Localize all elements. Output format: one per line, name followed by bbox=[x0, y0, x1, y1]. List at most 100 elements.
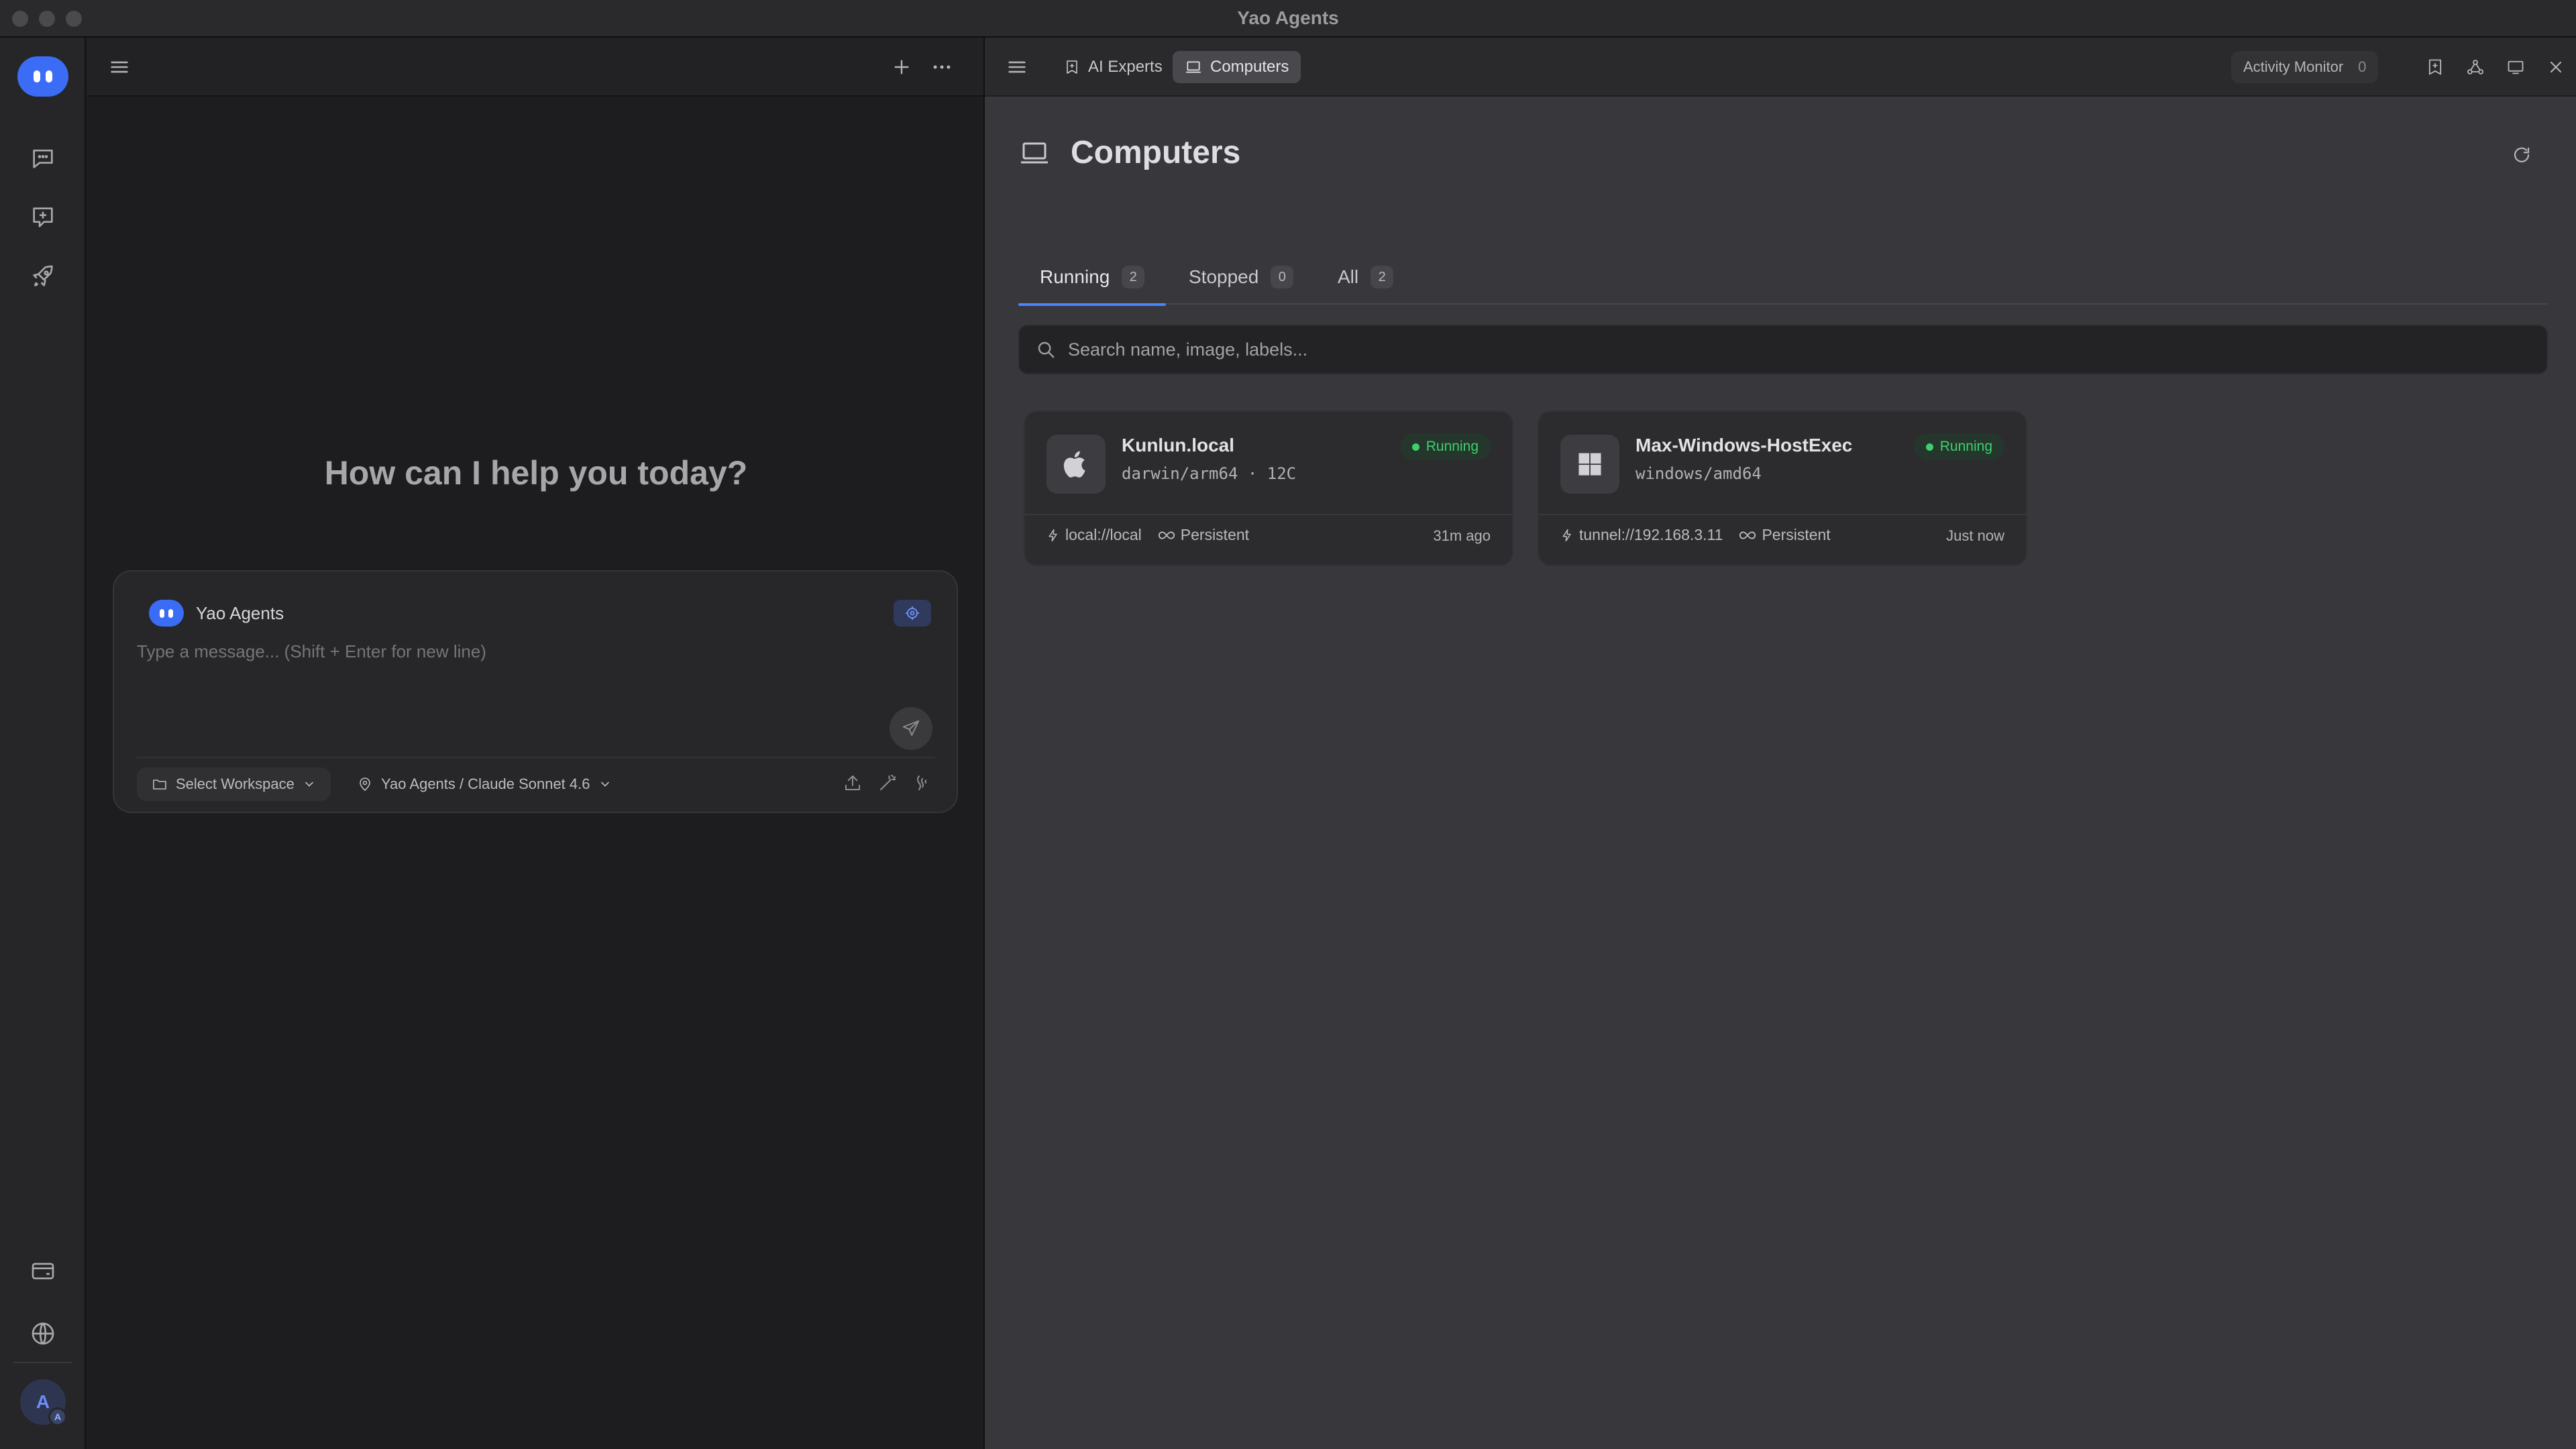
ai-experts-icon bbox=[1067, 60, 1077, 74]
bolt-icon bbox=[1049, 529, 1057, 541]
windows-icon bbox=[1560, 435, 1619, 494]
status-label: Running bbox=[1939, 439, 1992, 454]
tab-label: Stopped bbox=[1189, 266, 1259, 287]
tab-all[interactable]: All 2 bbox=[1316, 250, 1415, 305]
laptop-icon bbox=[1021, 142, 1048, 163]
status-label: Running bbox=[1426, 439, 1479, 454]
message-input[interactable] bbox=[137, 641, 875, 662]
tab-label: AI Experts bbox=[1088, 58, 1163, 76]
updated-time: 31m ago bbox=[1433, 527, 1491, 544]
chevron-down-icon bbox=[600, 782, 609, 787]
menu-icon[interactable] bbox=[998, 48, 1036, 86]
model-label: Yao Agents / Claude Sonnet 4.6 bbox=[381, 775, 590, 792]
computer-arch: darwin/arm64 · 12C bbox=[1122, 464, 1297, 483]
workspace-select[interactable]: Select Workspace bbox=[137, 767, 331, 801]
menu-icon[interactable] bbox=[101, 48, 138, 86]
card-divider bbox=[1025, 514, 1512, 515]
close-window-button[interactable] bbox=[12, 11, 28, 27]
card-footer: tunnel://192.168.3.11 Persistent bbox=[1560, 526, 1840, 544]
model-select[interactable]: Yao Agents / Claude Sonnet 4.6 bbox=[342, 767, 627, 801]
more-icon[interactable] bbox=[923, 48, 961, 86]
window-title: Yao Agents bbox=[1237, 7, 1339, 28]
target-icon[interactable] bbox=[894, 600, 931, 627]
computer-name: Max-Windows-HostExec bbox=[1635, 435, 1853, 455]
plus-icon[interactable] bbox=[883, 48, 920, 86]
computers-pane: AI Experts Computers Activity Monitor 0 bbox=[985, 38, 2576, 1449]
status-badge: Running bbox=[1913, 433, 2004, 460]
folder-icon bbox=[153, 780, 166, 790]
rail-divider bbox=[13, 1362, 72, 1363]
workspace-label: Select Workspace bbox=[176, 775, 294, 792]
endpoint-label: local://local bbox=[1065, 526, 1142, 543]
voice-icon[interactable] bbox=[912, 773, 932, 793]
app-window: Yao Agents A A How can I help you today?… bbox=[0, 0, 2576, 1449]
status-badge: Running bbox=[1399, 433, 1491, 460]
activity-monitor-count: 0 bbox=[2358, 58, 2367, 75]
persistence-label: Persistent bbox=[1180, 526, 1250, 543]
search-icon bbox=[1038, 341, 1055, 358]
search-input[interactable] bbox=[1068, 339, 2530, 360]
window-controls bbox=[12, 11, 82, 27]
avatar-sub-initial: A bbox=[48, 1407, 67, 1426]
minimize-window-button[interactable] bbox=[39, 11, 55, 27]
tab-running[interactable]: Running 2 bbox=[1018, 250, 1167, 306]
chat-icon[interactable] bbox=[23, 138, 63, 178]
message-composer: Yao Agents Select Workspace Yao Agents /… bbox=[113, 570, 958, 813]
computer-name: Kunlun.local bbox=[1122, 435, 1234, 455]
title-bar: Yao Agents bbox=[0, 0, 2576, 38]
infinity-icon bbox=[1739, 531, 1756, 539]
page-header: Computers bbox=[1018, 134, 1240, 171]
sidebar-rail: A A bbox=[0, 38, 86, 1449]
apple-icon bbox=[1046, 435, 1106, 494]
app-logo[interactable] bbox=[17, 56, 68, 97]
close-icon[interactable] bbox=[2537, 48, 2575, 86]
tab-label: All bbox=[1338, 266, 1359, 287]
network-icon[interactable] bbox=[2457, 48, 2494, 86]
magic-wand-icon[interactable] bbox=[877, 773, 898, 793]
chat-header bbox=[87, 38, 985, 97]
status-filter-tabs: Running 2 Stopped 0 All 2 bbox=[1018, 250, 2548, 306]
activity-monitor-button[interactable]: Activity Monitor 0 bbox=[2231, 51, 2379, 83]
rocket-icon[interactable] bbox=[23, 256, 63, 297]
computer-card[interactable]: Max-Windows-HostExec windows/amd64 Runni… bbox=[1538, 411, 2027, 566]
refresh-icon[interactable] bbox=[2505, 138, 2538, 172]
tab-computers[interactable]: Computers bbox=[1173, 51, 1301, 83]
zoom-window-button[interactable] bbox=[66, 11, 82, 27]
tab-count: 0 bbox=[1271, 266, 1294, 288]
wallet-icon[interactable] bbox=[23, 1250, 63, 1291]
chat-pane: How can I help you today? Yao Agents Sel… bbox=[87, 38, 985, 1449]
page-title: Computers bbox=[1071, 135, 1241, 170]
tab-count: 2 bbox=[1371, 266, 1394, 288]
composer-tools bbox=[843, 773, 932, 793]
activity-monitor-label: Activity Monitor bbox=[2243, 58, 2344, 75]
composer-divider bbox=[137, 757, 935, 758]
composer-agent[interactable]: Yao Agents bbox=[149, 600, 284, 627]
bolt-icon bbox=[1562, 529, 1571, 541]
display-icon[interactable] bbox=[2497, 48, 2534, 86]
chevron-down-icon bbox=[305, 782, 313, 787]
tab-count: 2 bbox=[1122, 266, 1145, 288]
computer-card[interactable]: Kunlun.local darwin/arm64 · 12C Running … bbox=[1024, 411, 1513, 566]
status-dot bbox=[1925, 443, 1933, 451]
laptop-icon bbox=[1186, 61, 1201, 73]
tab-label: Running bbox=[1040, 266, 1110, 287]
computer-arch: windows/amd64 bbox=[1635, 464, 1762, 483]
add-expert-icon[interactable] bbox=[2416, 48, 2454, 86]
agent-name: Yao Agents bbox=[196, 602, 284, 623]
send-icon[interactable] bbox=[890, 707, 932, 750]
infinity-icon bbox=[1158, 531, 1175, 539]
tab-stopped[interactable]: Stopped 0 bbox=[1167, 250, 1315, 305]
greeting-text: How can I help you today? bbox=[324, 454, 748, 492]
globe-icon[interactable] bbox=[23, 1313, 63, 1354]
avatar-initial: A bbox=[36, 1391, 50, 1412]
tab-label: Computers bbox=[1210, 58, 1289, 76]
user-avatar[interactable]: A A bbox=[20, 1379, 67, 1426]
right-header: AI Experts Computers Activity Monitor 0 bbox=[985, 38, 2576, 97]
tab-ai-experts[interactable]: AI Experts bbox=[1052, 51, 1175, 83]
new-chat-icon[interactable] bbox=[23, 197, 63, 237]
card-footer: local://local Persistent bbox=[1046, 526, 1258, 544]
agent-logo-icon bbox=[149, 600, 184, 627]
card-divider bbox=[1539, 514, 2026, 515]
updated-time: Just now bbox=[1946, 527, 2004, 544]
upload-icon[interactable] bbox=[843, 773, 863, 793]
